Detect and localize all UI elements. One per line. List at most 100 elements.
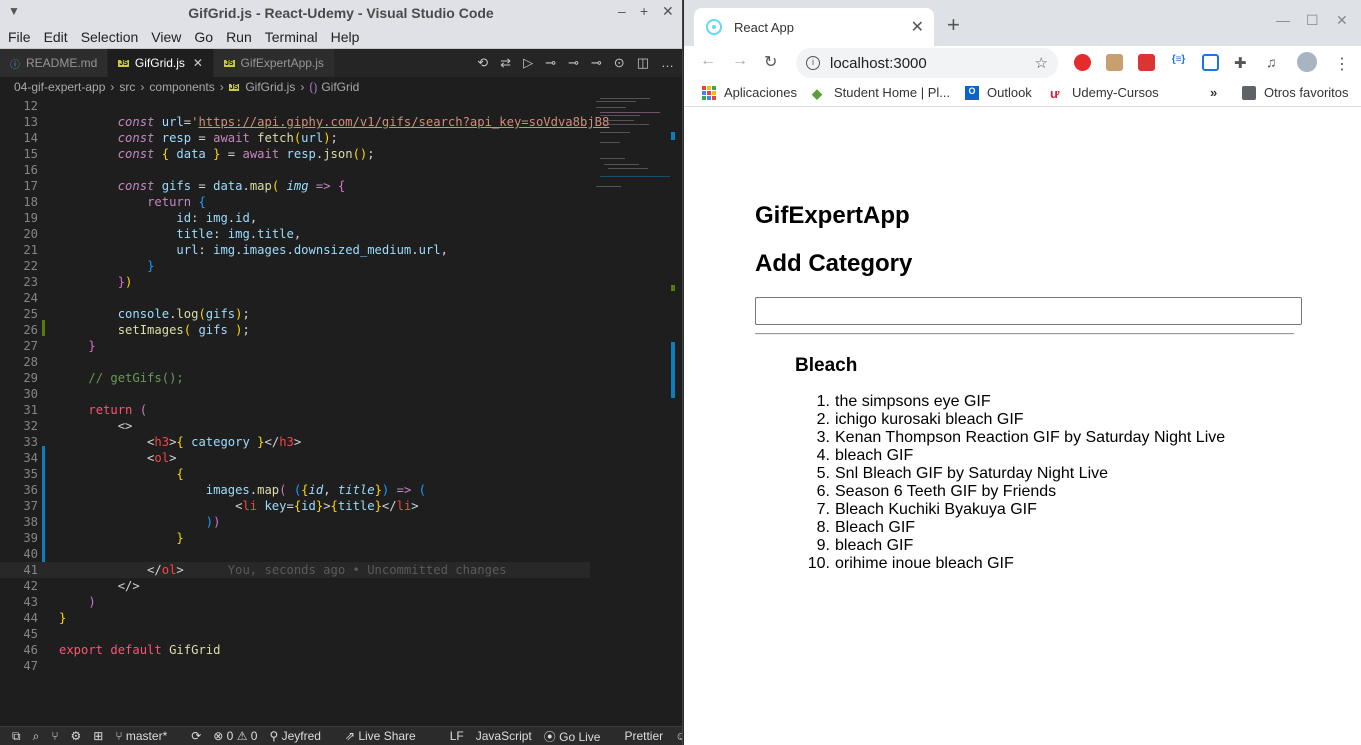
menu-run[interactable]: Run xyxy=(226,29,252,45)
new-tab-icon[interactable]: + xyxy=(947,12,960,38)
folder-icon xyxy=(1242,85,1256,100)
extensions-icon[interactable]: ⊞ xyxy=(93,729,103,743)
scroll-marker xyxy=(671,132,675,140)
menu-edit[interactable]: Edit xyxy=(44,29,68,45)
code-line: 20 title: img.title, xyxy=(23,227,302,241)
code-line: 16 xyxy=(23,163,38,177)
browser-tab[interactable]: React App ✕ xyxy=(694,8,934,46)
code-line: 14 const resp = await fetch(url); xyxy=(23,131,338,145)
sync-icon[interactable]: ⟳ xyxy=(191,729,201,743)
menu-help[interactable]: Help xyxy=(331,29,360,45)
split-editor-icon[interactable]: ◫ xyxy=(637,55,649,71)
bookmark-student-home[interactable]: ◆ Student Home | Pl... xyxy=(812,85,950,101)
liveshare-indicator[interactable]: ⇗ Live Share xyxy=(345,729,428,743)
debug-icon[interactable]: ⚙ xyxy=(71,729,82,743)
maximize-icon[interactable]: ☐ xyxy=(1306,12,1319,29)
git-prev-icon[interactable]: ⊸ xyxy=(568,55,579,71)
code-line: 38 )) xyxy=(23,515,221,529)
problems-indicator[interactable]: ⊗ 0 ⚠ 0 xyxy=(213,729,257,743)
outlook-icon: O xyxy=(965,85,979,100)
code-line: 13 const url='https://api.giphy.com/v1/g… xyxy=(23,115,610,129)
bookmark-other[interactable]: Otros favoritos xyxy=(1242,85,1349,100)
category-input[interactable] xyxy=(755,297,1302,325)
close-icon[interactable]: ✕ xyxy=(662,3,674,20)
breadcrumb-item[interactable]: GifGrid.js xyxy=(245,80,295,94)
source-control-icon[interactable]: ⑂ xyxy=(51,729,58,743)
language-indicator[interactable]: JavaScript xyxy=(476,729,532,743)
web-page: GifExpertApp Add Category Bleach 1. the s… xyxy=(684,116,1361,745)
eol-indicator[interactable]: LF xyxy=(450,729,464,743)
extension-icon[interactable] xyxy=(1106,54,1123,71)
js-icon: JS xyxy=(118,59,129,67)
bookmark-apps[interactable]: Aplicaciones xyxy=(702,85,797,100)
menu-bar: File Edit Selection View Go Run Terminal… xyxy=(0,25,682,49)
breadcrumb-item[interactable]: components xyxy=(149,80,214,94)
bookmark-outlook[interactable]: O Outlook xyxy=(965,85,1032,100)
media-icon[interactable]: ♫ xyxy=(1266,54,1283,71)
close-tab-icon[interactable]: ✕ xyxy=(193,56,203,70)
remote-icon[interactable]: ⧉ xyxy=(12,729,21,744)
bookmark-udemy[interactable]: ư Udemy-Cursos xyxy=(1050,85,1159,101)
vscode-window: ▼ GifGrid.js - React-Udemy - Visual Stud… xyxy=(0,0,683,745)
forward-icon[interactable]: → xyxy=(732,52,748,70)
feedback-icon[interactable]: ☺ xyxy=(675,729,682,743)
close-icon[interactable]: ✕ xyxy=(1336,12,1348,29)
user-indicator[interactable]: ⚲ Jeyfred xyxy=(269,729,332,743)
menu-file[interactable]: File xyxy=(8,29,31,45)
bookmark-star-icon[interactable]: ☆ xyxy=(1035,54,1048,72)
menu-go[interactable]: Go xyxy=(194,29,213,45)
breadcrumb-item[interactable]: src xyxy=(119,80,135,94)
back-icon[interactable]: ← xyxy=(700,52,716,70)
git-next-icon[interactable]: ⊸ xyxy=(591,55,602,71)
symbol-icon: ⟮⟯ xyxy=(309,79,318,94)
code-line: 27 } xyxy=(23,339,96,353)
code-line: 17 const gifs = data.map( img => { xyxy=(23,179,346,193)
js-icon: JS xyxy=(228,83,240,91)
prettier-indicator[interactable]: Prettier xyxy=(624,729,663,743)
json-extension-icon[interactable]: {≡} xyxy=(1170,54,1187,71)
divider xyxy=(755,333,1294,335)
menu-selection[interactable]: Selection xyxy=(81,29,139,45)
git-commit-icon[interactable]: ⊸ xyxy=(545,55,556,71)
breadcrumb-item[interactable]: GifGrid xyxy=(321,80,359,94)
info-icon[interactable]: i xyxy=(806,56,820,70)
search-icon[interactable]: ⌕ xyxy=(33,729,40,744)
tab-readme[interactable]: ⓘ README.md xyxy=(0,49,109,77)
minimap[interactable] xyxy=(590,98,670,218)
compare-changes-icon[interactable]: ⇄ xyxy=(500,55,511,71)
minimize-icon[interactable]: — xyxy=(1276,12,1290,28)
open-preview-icon[interactable]: ⊙ xyxy=(614,55,625,71)
close-tab-icon[interactable]: ✕ xyxy=(911,17,924,37)
breadcrumb-item[interactable]: 04-gif-expert-app xyxy=(14,80,105,94)
minimize-icon[interactable]: – xyxy=(618,3,626,19)
timeline-icon[interactable]: ⟲ xyxy=(477,55,488,71)
run-icon[interactable]: ▷ xyxy=(523,55,533,71)
editor-tabs: ⓘ README.md JS GifGrid.js ✕ JS GifExpert… xyxy=(0,49,682,77)
extension-icon[interactable] xyxy=(1138,54,1155,71)
more-actions-icon[interactable]: … xyxy=(661,55,674,71)
opera-icon[interactable] xyxy=(1074,54,1091,71)
code-line: 18 return { xyxy=(23,195,206,209)
app-title: GifExpertApp xyxy=(755,202,910,229)
tab-gifexpertapp[interactable]: JS GifExpertApp.js xyxy=(213,49,335,77)
branch-indicator[interactable]: ⑂ master* xyxy=(115,729,179,743)
menu-terminal[interactable]: Terminal xyxy=(265,29,318,45)
menu-view[interactable]: View xyxy=(151,29,181,45)
code-line: 44} xyxy=(23,611,67,625)
code-editor[interactable]: 12 13 const url='https://api.giphy.com/v… xyxy=(0,98,682,726)
address-bar[interactable]: i localhost:3000 ☆ xyxy=(796,48,1058,78)
maximize-icon[interactable]: + xyxy=(640,3,648,19)
more-bookmarks-icon[interactable]: » xyxy=(1210,85,1217,100)
breadcrumb: 04-gif-expert-app › src › components › JS G… xyxy=(0,77,682,97)
puzzle-icon[interactable]: ✚ xyxy=(1234,54,1251,72)
tab-title: React App xyxy=(734,19,794,35)
avatar[interactable] xyxy=(1297,52,1317,72)
reload-icon[interactable]: ↻ xyxy=(764,52,777,72)
tab-gifgrid[interactable]: JS GifGrid.js ✕ xyxy=(108,49,214,77)
extension-icon[interactable] xyxy=(1202,54,1219,71)
menu-dots-icon[interactable]: ⋮ xyxy=(1334,54,1351,73)
golive-indicator[interactable]: ⦿ Go Live xyxy=(544,728,613,745)
code-line: 32 <> xyxy=(23,419,133,433)
list-item: 6. Season 6 Teeth GIF by Friends xyxy=(816,483,1057,500)
code-line: 35 { xyxy=(23,467,184,481)
